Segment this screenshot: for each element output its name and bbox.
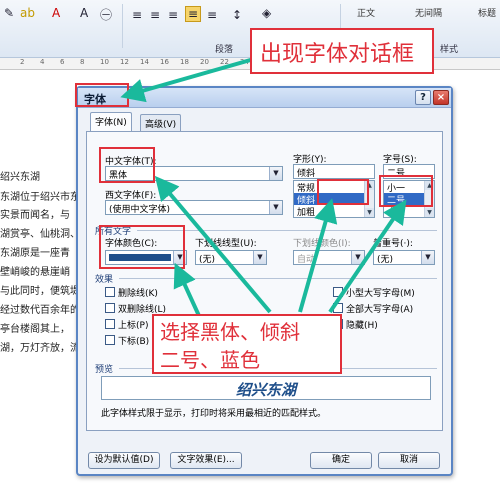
callout-selection-instructions: 选择黑体、倾斜 二号、蓝色 xyxy=(152,314,342,374)
chinese-font-highlight-box xyxy=(99,147,155,183)
font-size-highlight-box xyxy=(379,175,433,207)
arrow-to-title xyxy=(120,53,269,103)
font-style-highlight-box xyxy=(317,179,369,205)
arrow-to-font-style xyxy=(298,198,338,313)
callout-line-1: 选择黑体、倾斜 xyxy=(160,320,300,344)
callout-dialog-appears: 出现字体对话框 xyxy=(250,28,434,74)
arrow-to-font-color xyxy=(173,262,202,319)
title-highlight-box xyxy=(75,83,129,107)
arrow-to-font-size xyxy=(328,199,407,314)
arrow-to-chinese-font xyxy=(154,175,272,314)
callout-line-2: 二号、蓝色 xyxy=(160,348,260,372)
font-color-highlight-box xyxy=(99,225,185,269)
